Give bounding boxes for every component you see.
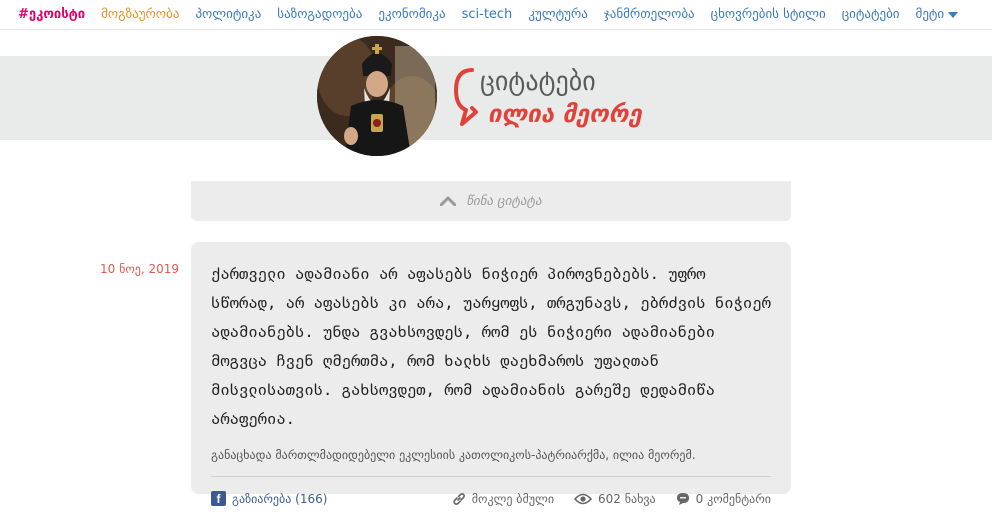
previous-quote-label: წინა ციტატა — [466, 193, 542, 209]
patriarch-avatar — [317, 36, 437, 156]
share-label: გაზიარება (166) — [232, 491, 328, 506]
nav-brand-link[interactable]: #ეკოისტი — [18, 7, 85, 22]
quote-text: ქართველი ადამიანი არ აფასებს ნიჭიერ პირო… — [211, 265, 771, 428]
nav-item-culture[interactable]: კულტურა — [528, 7, 588, 22]
top-navigation: #ეკოისტი მოგზაურობა პოლიტიკა საზოგადოება… — [0, 0, 992, 30]
caret-down-icon — [948, 11, 959, 18]
nav-item-quotes[interactable]: ციტატები — [842, 7, 900, 22]
nav-item-travel[interactable]: მოგზაურობა — [101, 7, 179, 22]
comment-icon — [676, 492, 689, 505]
previous-quote-button[interactable]: წინა ციტატა — [191, 181, 791, 221]
nav-item-economy[interactable]: ეკონომიკა — [378, 7, 445, 22]
banner-title: ციტატები — [480, 67, 596, 97]
quote-actions: f გაზიარება (166) მოკლე ბმული 602 ნახვა — [211, 491, 771, 506]
nav-more-dropdown[interactable]: მეტი — [916, 7, 959, 22]
nav-item-society[interactable]: საზოგადოება — [277, 7, 362, 22]
post-date: 10 ნოე, 2019 — [100, 262, 180, 276]
quote-source: განაცხადა მართლმადიდებელი ეკლესიის კათოლ… — [211, 448, 771, 477]
short-link-button[interactable]: მოკლე ბმული — [452, 492, 554, 506]
views-label: 602 ნახვა — [598, 491, 656, 506]
quotes-logo: ციტატები ილია მეორე — [450, 62, 670, 132]
banner-subtitle: ილია მეორე — [488, 100, 643, 128]
short-link-label: მოკლე ბმული — [471, 491, 555, 506]
facebook-share-button[interactable]: f გაზიარება (166) — [211, 491, 327, 506]
eye-icon — [574, 493, 593, 504]
nav-item-health[interactable]: ჯანმრთელობა — [604, 7, 695, 22]
quote-card: ქართველი ადამიანი არ აფასებს ნიჭიერ პირო… — [191, 242, 791, 506]
facebook-icon: f — [211, 491, 226, 506]
nav-more-label: მეტი — [915, 7, 945, 22]
chevron-up-icon — [440, 196, 457, 206]
nav-item-politics[interactable]: პოლიტიკა — [195, 7, 261, 22]
nav-item-lifestyle[interactable]: ცხოვრების სტილი — [711, 7, 826, 22]
nav-item-sci-tech[interactable]: sci-tech — [462, 7, 513, 22]
link-icon — [452, 492, 465, 505]
comments-button[interactable]: 0 კომენტარი — [676, 492, 771, 506]
comments-label: 0 კომენტარი — [695, 491, 771, 506]
views-counter: 602 ნახვა — [574, 492, 656, 506]
